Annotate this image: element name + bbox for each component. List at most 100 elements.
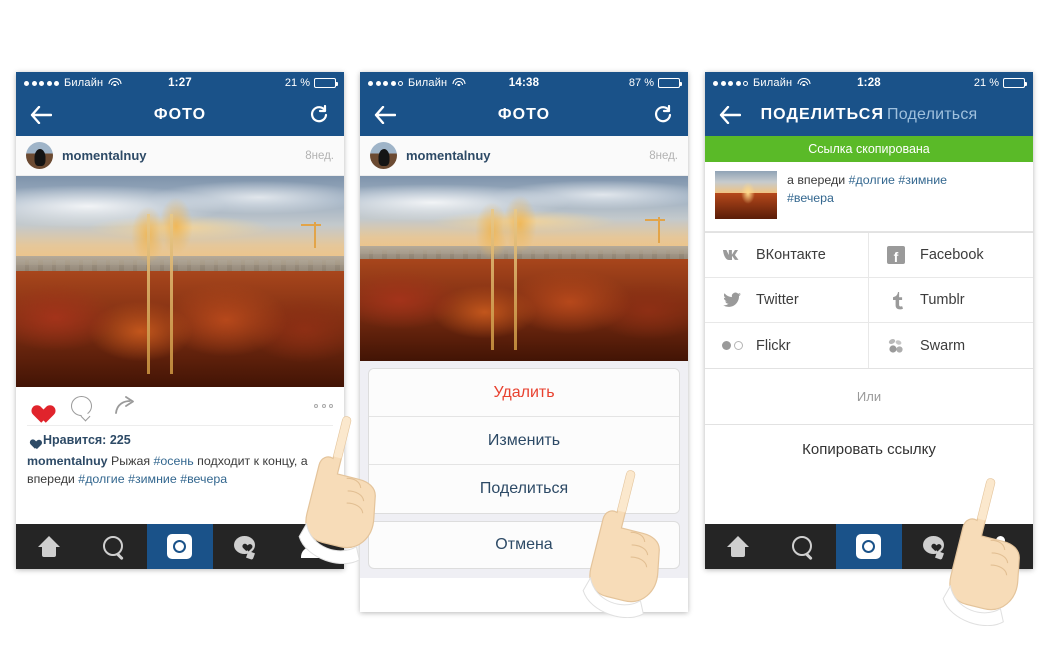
- battery-icon: [314, 78, 338, 88]
- post-actions-row: [16, 387, 344, 425]
- page-title: ФОТО: [153, 106, 207, 123]
- post-timestamp: 8нед.: [305, 149, 334, 162]
- post-photo[interactable]: [360, 176, 688, 361]
- wifi-icon: [108, 78, 122, 88]
- comment-icon[interactable]: [71, 396, 92, 416]
- cancel-button[interactable]: Отмена: [368, 521, 680, 569]
- search-icon: [103, 535, 125, 558]
- post-photo[interactable]: [16, 176, 344, 387]
- tab-profile[interactable]: [967, 524, 1033, 569]
- share-target-label: Facebook: [920, 247, 984, 263]
- page-title: ПОДЕЛИТЬСЯ Поделиться: [705, 106, 1033, 124]
- tab-profile[interactable]: [278, 524, 344, 569]
- caption-text-1: Рыжая: [107, 454, 154, 468]
- tab-camera[interactable]: [147, 524, 213, 569]
- share-arrow-icon[interactable]: [114, 396, 136, 416]
- tumblr-icon: [885, 289, 907, 311]
- activity-heart-icon: [923, 536, 946, 557]
- share-target-label: Flickr: [756, 337, 791, 354]
- post-username[interactable]: momentalnuy: [62, 148, 147, 163]
- nav-bar: ФОТО: [360, 94, 688, 136]
- swarm-icon: [885, 335, 907, 357]
- home-icon: [726, 536, 750, 557]
- caption-tag-1[interactable]: #осень: [154, 454, 194, 468]
- phone-panel-share-view: Билайн 1:28 21 % ПОДЕЛИТЬСЯ Поделиться Сс…: [705, 72, 1033, 569]
- share-target-swarm[interactable]: Swarm: [869, 323, 1033, 368]
- activity-heart-icon: [234, 536, 257, 557]
- action-sheet: Удалить Изменить Поделиться Отмена: [360, 361, 688, 578]
- post-timestamp: 8нед.: [649, 149, 678, 162]
- profile-icon: [989, 535, 1011, 558]
- delete-button[interactable]: Удалить: [369, 369, 679, 417]
- status-bar: Билайн 1:28 21 %: [705, 72, 1033, 94]
- carrier-label: Билайн: [64, 77, 104, 89]
- camera-icon: [856, 534, 882, 559]
- preview-tag-2: #зимние: [898, 173, 948, 187]
- signal-strength-icon: [24, 80, 59, 86]
- caption-tag-4[interactable]: #вечера: [180, 472, 227, 486]
- refresh-icon[interactable]: [650, 102, 676, 128]
- back-arrow-icon[interactable]: [28, 102, 54, 128]
- share-target-vk[interactable]: ВКонтакте: [705, 233, 869, 278]
- battery-percent-label: 87 %: [628, 77, 654, 89]
- tab-home[interactable]: [16, 524, 82, 569]
- battery-percent-label: 21 %: [973, 77, 999, 89]
- tab-activity[interactable]: [902, 524, 968, 569]
- tab-search[interactable]: [82, 524, 148, 569]
- share-target-label: Tumblr: [920, 292, 965, 308]
- page-title-secondary: Поделиться: [887, 106, 978, 123]
- tab-search[interactable]: [771, 524, 837, 569]
- signal-strength-icon: [368, 80, 403, 86]
- likes-label: Нравится: 225: [43, 433, 131, 447]
- battery-icon: [658, 78, 682, 88]
- small-heart-icon: [27, 435, 38, 445]
- tab-camera[interactable]: [836, 524, 902, 569]
- share-button[interactable]: Поделиться: [369, 465, 679, 513]
- more-options-icon[interactable]: [314, 404, 333, 408]
- caption-tag-2[interactable]: #долгие: [78, 472, 124, 486]
- preview-thumbnail[interactable]: [715, 171, 777, 219]
- phone-panel-photo-view: Билайн 1:27 21 % ФОТО momentalnuy 8нед.: [16, 72, 344, 569]
- caption-tag-3[interactable]: #зимние: [128, 472, 177, 486]
- likes-row: Нравится: 225: [16, 426, 344, 449]
- share-target-tumblr[interactable]: Tumblr: [869, 278, 1033, 323]
- wifi-icon: [797, 78, 811, 88]
- avatar[interactable]: [26, 142, 53, 169]
- page-title: ФОТО: [497, 106, 551, 123]
- carrier-label: Билайн: [753, 77, 793, 89]
- phone-panel-action-sheet: Билайн 14:38 87 % ФОТО momentalnuy 8нед.: [360, 72, 688, 612]
- share-target-label: Swarm: [920, 337, 966, 354]
- share-target-flickr[interactable]: Flickr: [705, 323, 869, 368]
- status-bar: Билайн 14:38 87 %: [360, 72, 688, 94]
- twitter-icon: [721, 289, 743, 311]
- flickr-icon: [721, 335, 743, 357]
- wifi-icon: [452, 78, 466, 88]
- avatar[interactable]: [370, 142, 397, 169]
- post-username[interactable]: momentalnuy: [406, 148, 491, 163]
- back-arrow-icon[interactable]: [372, 102, 398, 128]
- edit-button[interactable]: Изменить: [369, 417, 679, 465]
- caption-username[interactable]: momentalnuy: [27, 454, 108, 468]
- share-target-label: ВКонтакте: [756, 247, 826, 263]
- share-targets-grid: ВКонтакте f Facebook Twitter Tumblr Flic…: [705, 232, 1033, 369]
- copy-link-button[interactable]: Копировать ссылку: [705, 425, 1033, 473]
- tab-home[interactable]: [705, 524, 771, 569]
- signal-strength-icon: [713, 80, 748, 86]
- carrier-label: Билайн: [408, 77, 448, 89]
- action-sheet-group: Удалить Изменить Поделиться: [368, 368, 680, 514]
- copied-toast: Ссылка скопирована: [705, 136, 1033, 162]
- share-target-facebook[interactable]: f Facebook: [869, 233, 1033, 278]
- tab-activity[interactable]: [213, 524, 279, 569]
- back-arrow-icon[interactable]: [717, 102, 743, 128]
- share-target-twitter[interactable]: Twitter: [705, 278, 869, 323]
- nav-bar: ПОДЕЛИТЬСЯ Поделиться: [705, 94, 1033, 136]
- battery-percent-label: 21 %: [284, 77, 310, 89]
- camera-icon: [167, 534, 193, 559]
- tab-bar: [705, 524, 1033, 569]
- page-title-main: ПОДЕЛИТЬСЯ: [760, 106, 885, 123]
- refresh-icon[interactable]: [306, 102, 332, 128]
- status-bar: Билайн 1:27 21 %: [16, 72, 344, 94]
- search-icon: [792, 535, 814, 558]
- like-heart-icon[interactable]: [27, 396, 49, 416]
- preview-tag-1: #долгие: [848, 173, 895, 187]
